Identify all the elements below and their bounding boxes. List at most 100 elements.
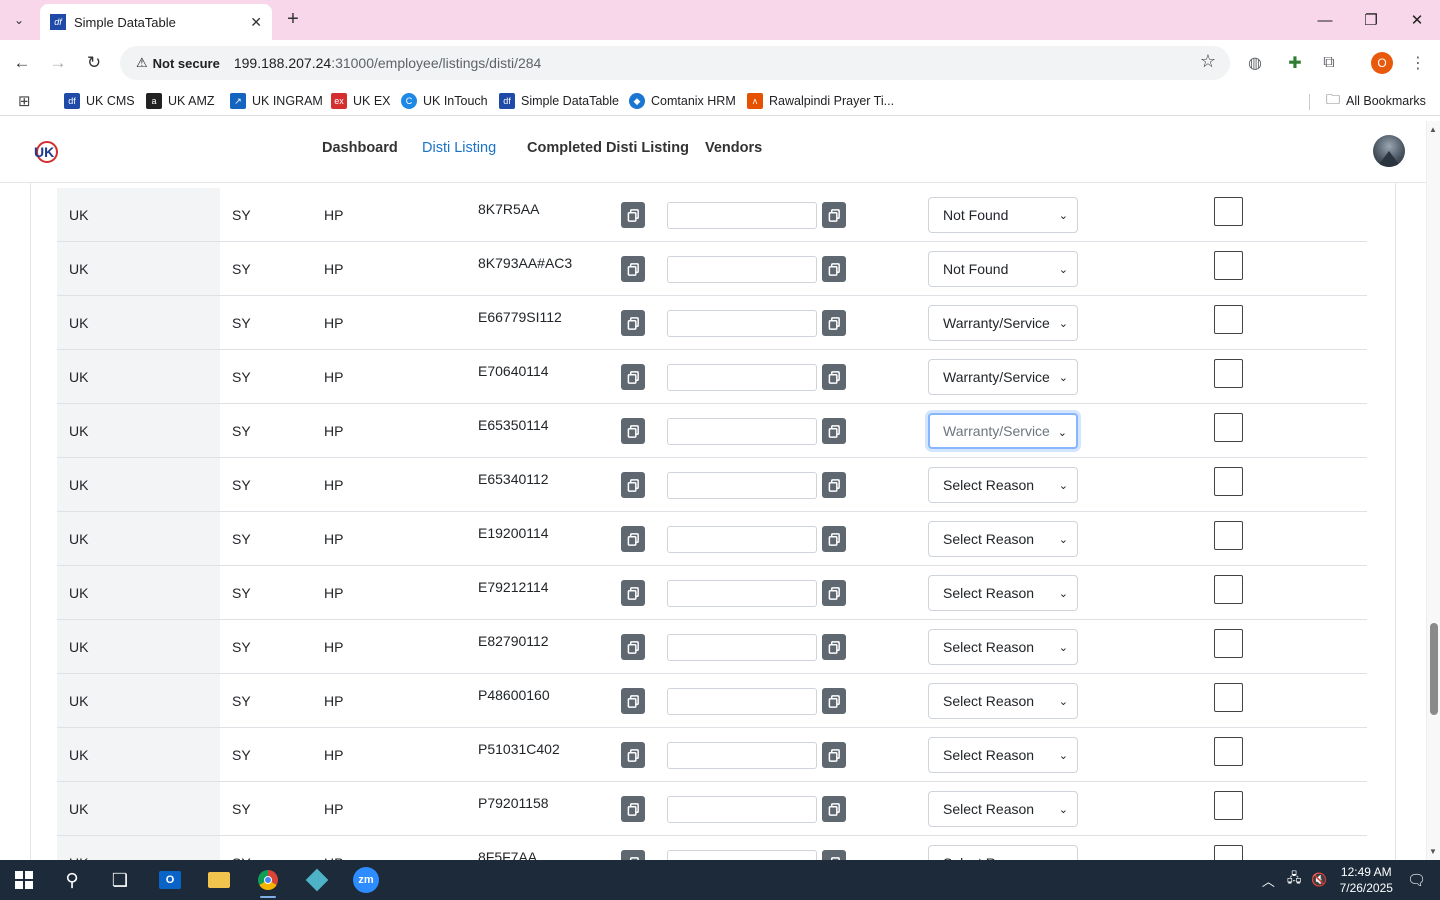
chrome-menu-icon[interactable]: ⋮: [1407, 52, 1429, 74]
show-hidden-icons-chevron-icon[interactable]: ︿: [1262, 871, 1275, 890]
disti-value-input[interactable]: [667, 850, 817, 860]
volume-muted-icon[interactable]: 🔇: [1311, 872, 1327, 888]
address-bar[interactable]: ⚠ Not secure 199.188.207.24:31000/employ…: [120, 46, 1230, 80]
disti-value-input[interactable]: [667, 796, 817, 823]
row-checkbox[interactable]: [1214, 845, 1243, 860]
row-checkbox[interactable]: [1214, 467, 1243, 496]
all-bookmarks-button[interactable]: 🗀 All Bookmarks: [1326, 91, 1426, 111]
copy-sku-button[interactable]: [621, 796, 645, 822]
disti-value-input[interactable]: [667, 688, 817, 715]
bookmark-star-icon[interactable]: ☆: [1200, 51, 1216, 72]
disti-value-input[interactable]: [667, 256, 817, 283]
row-checkbox[interactable]: [1214, 575, 1243, 604]
outlook-icon[interactable]: O: [150, 864, 190, 896]
scrollbar-thumb[interactable]: [1430, 623, 1438, 715]
disti-value-input[interactable]: [667, 202, 817, 229]
tab-search-chevron-icon[interactable]: ⌄: [6, 8, 32, 32]
row-checkbox[interactable]: [1214, 737, 1243, 766]
copy-sku-button[interactable]: [621, 418, 645, 444]
row-checkbox[interactable]: [1214, 521, 1243, 550]
notifications-icon[interactable]: 🗨: [1407, 871, 1426, 889]
app-diamond-icon[interactable]: [297, 864, 337, 896]
paste-button[interactable]: [822, 472, 846, 498]
restore-icon[interactable]: ❐: [1348, 0, 1394, 40]
bookmark-rawalpindi-prayer[interactable]: ʌ Rawalpindi Prayer Ti...: [747, 91, 894, 111]
translate-globe-icon[interactable]: ◍: [1244, 52, 1266, 74]
close-window-icon[interactable]: ✕: [1394, 0, 1440, 40]
row-checkbox[interactable]: [1214, 683, 1243, 712]
copy-sku-button[interactable]: [621, 580, 645, 606]
disti-value-input[interactable]: [667, 418, 817, 445]
reason-select[interactable]: Select Reason⌄: [928, 521, 1078, 557]
forward-arrow-icon[interactable]: →: [44, 50, 72, 76]
bookmark-uk-intouch[interactable]: C UK InTouch: [401, 91, 488, 111]
row-checkbox[interactable]: [1214, 305, 1243, 334]
reason-select[interactable]: Select Reason⌄: [928, 791, 1078, 827]
copy-sku-button[interactable]: [621, 850, 645, 860]
row-checkbox[interactable]: [1214, 359, 1243, 388]
paste-button[interactable]: [822, 850, 846, 860]
chrome-icon[interactable]: [248, 864, 288, 898]
copy-sku-button[interactable]: [621, 364, 645, 390]
copy-sku-button[interactable]: [621, 310, 645, 336]
paste-button[interactable]: [822, 526, 846, 552]
reason-select[interactable]: Select Reason⌄: [928, 683, 1078, 719]
disti-value-input[interactable]: [667, 634, 817, 661]
reason-select[interactable]: Warranty/Service ⌄: [928, 359, 1078, 395]
bookmark-uk-amz[interactable]: a UK AMZ: [146, 91, 215, 111]
profile-avatar[interactable]: O: [1371, 52, 1393, 74]
reason-select[interactable]: Warranty/Service ⌄: [928, 305, 1078, 341]
reason-select[interactable]: Select Reason⌄: [928, 845, 1078, 860]
page-scrollbar[interactable]: ▲ ▼: [1426, 121, 1440, 860]
paste-button[interactable]: [822, 202, 846, 228]
browser-tab-active[interactable]: df Simple DataTable ✕: [40, 4, 272, 40]
disti-value-input[interactable]: [667, 742, 817, 769]
bookmark-comtanix-hrm[interactable]: ◆ Comtanix HRM: [629, 91, 736, 111]
network-icon[interactable]: 🖧: [1287, 869, 1302, 891]
copy-sku-button[interactable]: [621, 256, 645, 282]
reload-icon[interactable]: ↻: [80, 50, 108, 76]
paste-button[interactable]: [822, 634, 846, 660]
paste-button[interactable]: [822, 742, 846, 768]
nav-dashboard[interactable]: Dashboard: [322, 140, 398, 156]
reason-select[interactable]: Select Reason⌄: [928, 629, 1078, 665]
copy-sku-button[interactable]: [621, 472, 645, 498]
paste-button[interactable]: [822, 580, 846, 606]
extension-puzzle-green-icon[interactable]: ✚: [1284, 52, 1306, 74]
bookmark-simple-datatable[interactable]: df Simple DataTable: [499, 91, 619, 111]
nav-disti-listing[interactable]: Disti Listing: [422, 140, 496, 156]
nav-completed-disti-listing[interactable]: Completed Disti Listing: [527, 140, 689, 156]
uk-logo-icon[interactable]: UK: [32, 139, 58, 165]
task-view-icon[interactable]: ❏: [100, 864, 140, 896]
paste-button[interactable]: [822, 796, 846, 822]
row-checkbox[interactable]: [1214, 791, 1243, 820]
copy-sku-button[interactable]: [621, 688, 645, 714]
scroll-up-arrow-icon[interactable]: ▲: [1429, 125, 1437, 134]
file-explorer-icon[interactable]: [199, 864, 239, 896]
row-checkbox[interactable]: [1214, 413, 1243, 442]
bookmark-uk-ingram[interactable]: ↗ UK INGRAM: [230, 91, 323, 111]
bookmark-uk-ex[interactable]: ex UK EX: [331, 91, 391, 111]
apps-grid-icon[interactable]: ⊞: [18, 92, 31, 110]
row-checkbox[interactable]: [1214, 251, 1243, 280]
extensions-puzzle-icon[interactable]: ⧉: [1318, 52, 1340, 74]
scroll-down-arrow-icon[interactable]: ▼: [1429, 847, 1437, 856]
paste-button[interactable]: [822, 364, 846, 390]
reason-select[interactable]: Select Reason⌄: [928, 737, 1078, 773]
disti-value-input[interactable]: [667, 310, 817, 337]
windows-start-icon[interactable]: [4, 864, 44, 896]
new-tab-plus-icon[interactable]: +: [282, 8, 304, 32]
disti-value-input[interactable]: [667, 472, 817, 499]
copy-sku-button[interactable]: [621, 202, 645, 228]
reason-select[interactable]: Not Found ⌄: [928, 197, 1078, 233]
paste-button[interactable]: [822, 418, 846, 444]
copy-sku-button[interactable]: [621, 526, 645, 552]
reason-select[interactable]: Warranty/Service ⌄: [928, 413, 1078, 449]
reason-select[interactable]: Not Found ⌄: [928, 251, 1078, 287]
paste-button[interactable]: [822, 256, 846, 282]
disti-value-input[interactable]: [667, 364, 817, 391]
tab-close-icon[interactable]: ✕: [250, 14, 262, 31]
row-checkbox[interactable]: [1214, 629, 1243, 658]
search-icon[interactable]: ⚲: [52, 864, 92, 896]
disti-value-input[interactable]: [667, 526, 817, 553]
